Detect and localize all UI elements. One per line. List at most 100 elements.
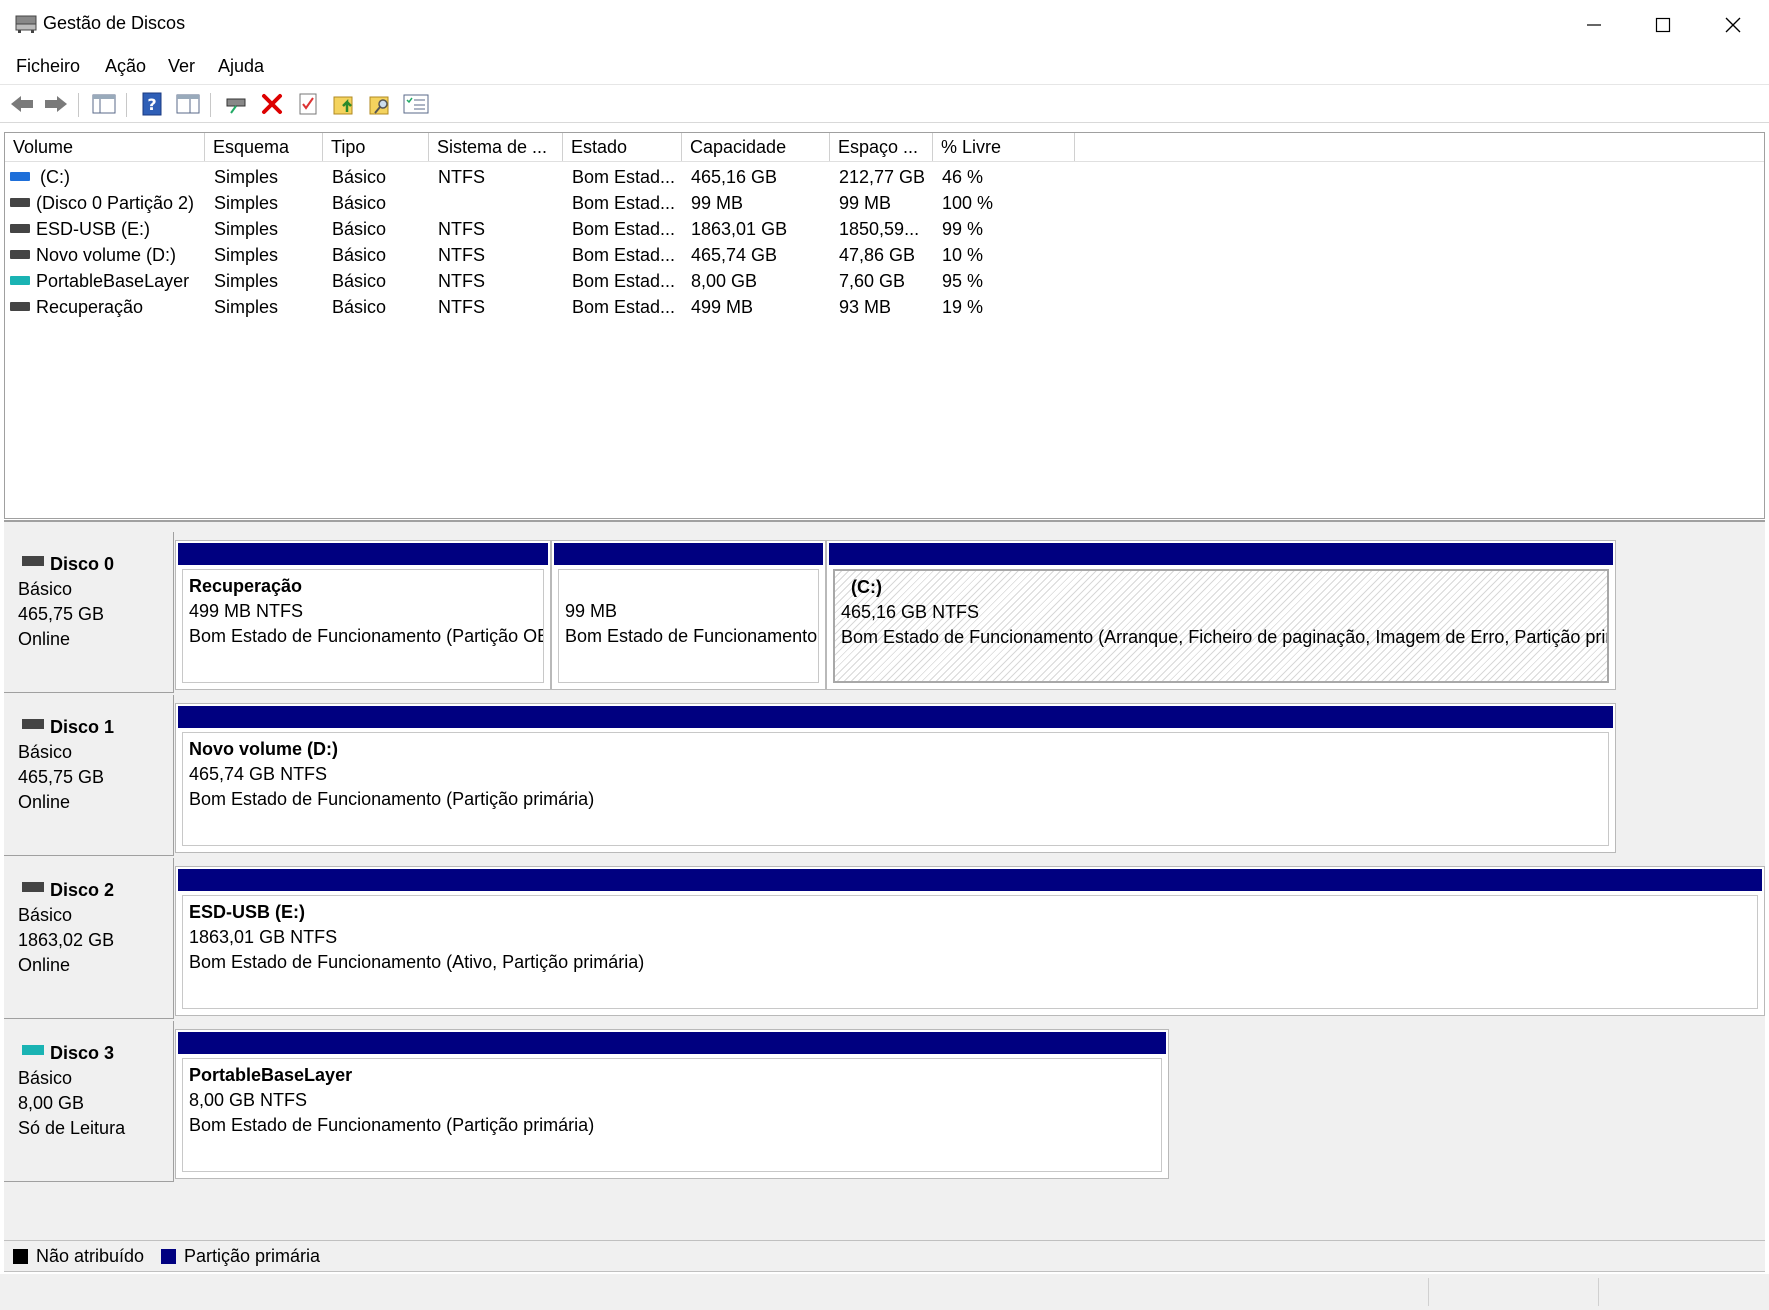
folder-search-icon [369,96,389,115]
cell-status: Bom Estad... [572,193,676,213]
cell-percent-free: 46 % [942,167,984,187]
partition-status: Bom Estado de Funcionamento (Partição do… [565,626,818,646]
disk-type: Básico [18,579,73,599]
drive-icon [10,224,30,233]
cell-percent-free: 19 % [942,297,984,317]
help-button[interactable]: ? [138,91,166,117]
title-bar: Gestão de Discos [0,0,1769,50]
menu-action[interactable]: Ação [105,56,146,77]
table-row[interactable]: (C:) Simples Básico NTFS Bom Estad... 46… [5,164,1764,190]
connect-drive-button[interactable] [222,91,250,117]
disk-info-0[interactable]: Disco 0 Básico 465,75 GB Online [4,532,174,693]
cell-filesystem: NTFS [438,297,485,317]
partition-name: PortableBaseLayer [189,1065,353,1085]
disk-size: 1863,02 GB [18,930,115,950]
toolbar-separator [78,93,79,117]
legend-swatch-primary [161,1249,176,1264]
show-hide-console-tree-button[interactable] [90,91,118,117]
cell-free-space: 93 MB [839,297,892,317]
minimize-button[interactable] [1559,0,1629,50]
table-row[interactable]: Novo volume (D:) Simples Básico NTFS Bom… [5,242,1764,268]
partition-bar [178,706,1613,728]
cell-free-space: 7,60 GB [839,271,906,291]
legend-label-primary: Partição primária [184,1246,321,1266]
disk-info-1[interactable]: Disco 1 Básico 465,75 GB Online [4,695,174,856]
column-header-status[interactable]: Estado [563,133,682,161]
menu-view[interactable]: Ver [168,56,195,77]
table-row[interactable]: Recuperação Simples Básico NTFS Bom Esta… [5,294,1764,320]
disk-state: Só de Leitura [18,1118,126,1138]
cell-percent-free: 95 % [942,271,984,291]
column-header-filesystem[interactable]: Sistema de ... [429,133,563,161]
drive-connect-icon [226,98,246,114]
disk-type: Básico [18,742,73,762]
table-row[interactable]: ESD-USB (E:) Simples Básico NTFS Bom Est… [5,216,1764,242]
cell-volume: Recuperação [36,297,144,317]
legend-swatch-unallocated [13,1249,28,1264]
disk-title: Disco 1 [50,717,115,737]
cell-type: Básico [332,219,387,239]
status-divider [1428,1278,1429,1306]
status-divider [1598,1278,1599,1306]
up-folder-button[interactable] [330,91,358,117]
menu-help[interactable]: Ajuda [218,56,264,77]
column-header-percent-free[interactable]: % Livre [933,133,1075,161]
cell-free-space: 99 MB [839,193,892,213]
partition-body: Novo volume (D:) 465,74 GB NTFS Bom Esta… [182,732,1609,846]
disk-management-app-icon [15,15,37,33]
disk-info-2[interactable]: Disco 2 Básico 1863,02 GB Online [4,858,174,1019]
partition-d[interactable]: Novo volume (D:) 465,74 GB NTFS Bom Esta… [175,703,1616,853]
disk-title: Disco 3 [50,1043,115,1063]
disk-icon [22,882,44,892]
cell-free-space: 1850,59... [839,219,920,239]
table-row[interactable]: PortableBaseLayer Simples Básico NTFS Bo… [5,268,1764,294]
disk-type: Básico [18,1068,73,1088]
column-header-layout[interactable]: Esquema [205,133,323,161]
cell-layout: Simples [214,245,279,265]
svg-text:?: ? [147,95,156,114]
cell-capacity: 465,16 GB [691,167,778,187]
partition-bar [178,1032,1166,1054]
partition-portable-base-layer[interactable]: PortableBaseLayer 8,00 GB NTFS Bom Estad… [175,1029,1169,1179]
disk-icon [22,556,44,566]
back-button[interactable] [8,91,36,117]
disk-state: Online [18,792,71,812]
cell-type: Básico [332,167,387,187]
partition-e[interactable]: ESD-USB (E:) 1863,01 GB NTFS Bom Estado … [175,866,1765,1016]
partition-name: (C:) [851,577,882,597]
cell-status: Bom Estad... [572,271,676,291]
cell-status: Bom Estad... [572,245,676,265]
cell-volume: (C:) [40,167,70,187]
cell-free-space: 47,86 GB [839,245,916,265]
list-settings-icon [403,94,429,114]
delete-button[interactable] [258,91,286,117]
column-header-capacity[interactable]: Capacidade [682,133,830,161]
cell-filesystem: NTFS [438,245,485,265]
close-button[interactable] [1698,0,1768,50]
maximize-button[interactable] [1628,0,1698,50]
settings-list-button[interactable] [402,91,430,117]
disk-size: 465,75 GB [18,767,105,787]
column-header-type[interactable]: Tipo [323,133,429,161]
partition-c[interactable]: (C:) 465,16 GB NTFS Bom Estado de Funcio… [826,540,1616,690]
virtual-disk-icon [22,1045,44,1055]
disk-info-3[interactable]: Disco 3 Básico 8,00 GB Só de Leitura [4,1021,174,1182]
check-properties-button[interactable] [294,91,322,117]
search-folder-button[interactable] [366,91,394,117]
menu-file[interactable]: Ficheiro [16,56,80,77]
column-header-volume[interactable]: Volume [5,133,205,161]
properties-view-button[interactable] [174,91,202,117]
cell-type: Básico [332,271,387,291]
cell-type: Básico [332,245,387,265]
partition-efi[interactable]: 99 MB Bom Estado de Funcionamento (Parti… [551,540,826,690]
forward-button[interactable] [42,91,70,117]
table-row[interactable]: (Disco 0 Partição 2) Simples Básico Bom … [5,190,1764,216]
system-drive-icon [10,172,30,181]
checklist-icon [299,93,317,115]
partition-recovery[interactable]: Recuperação 499 MB NTFS Bom Estado de Fu… [175,540,551,690]
column-header-free-space[interactable]: Espaço ... [830,133,933,161]
partition-status: Bom Estado de Funcionamento (Arranque, F… [841,627,1609,647]
cell-status: Bom Estad... [572,219,676,239]
disk-state: Online [18,629,71,649]
partition-bar [178,869,1762,891]
